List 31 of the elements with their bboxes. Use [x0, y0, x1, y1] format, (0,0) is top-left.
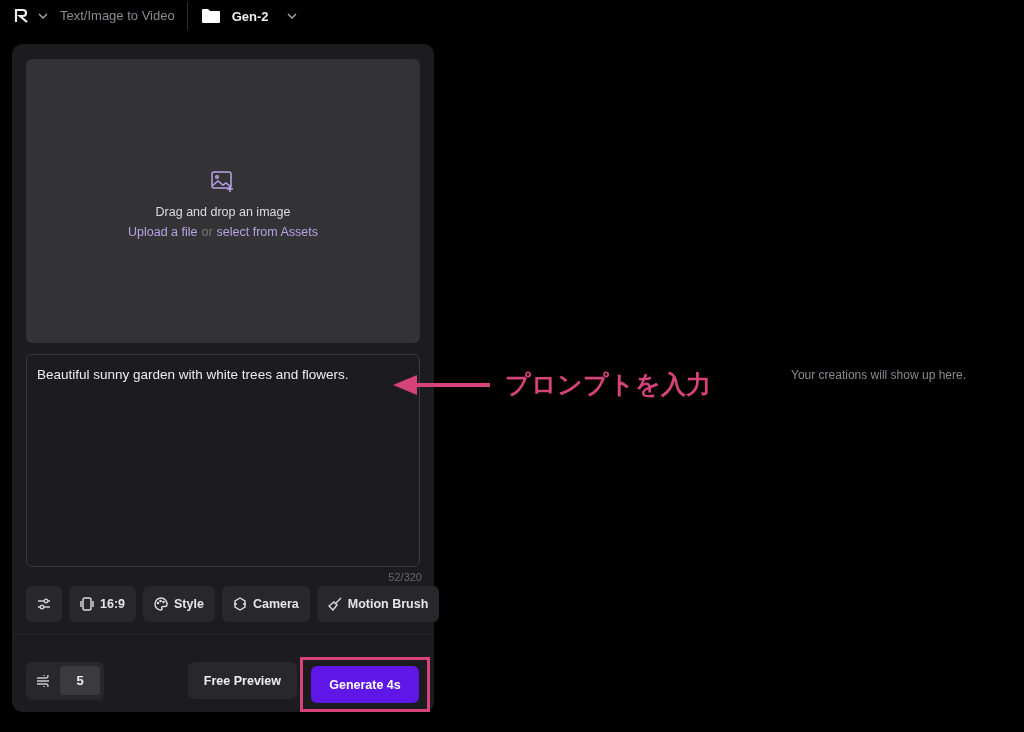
logo-icon[interactable]	[14, 8, 30, 24]
image-drop-zone[interactable]: Drag and drop an image Upload a file or select from Assets	[26, 59, 420, 343]
sliders-icon	[37, 598, 51, 610]
or-text: or	[201, 224, 213, 239]
camera-button[interactable]: Camera	[221, 586, 310, 622]
preview-button[interactable]: Free Preview	[187, 662, 297, 699]
upload-link[interactable]: Upload a file	[127, 224, 198, 239]
motion-value[interactable]: 5	[60, 666, 100, 695]
aspect-ratio-icon	[80, 597, 94, 611]
aspect-ratio-button[interactable]: 16:9	[69, 586, 137, 622]
motion-brush-button[interactable]: Motion Brush	[316, 586, 440, 622]
orbit-icon	[232, 597, 247, 611]
brush-icon	[327, 597, 342, 611]
wind-icon	[36, 674, 50, 687]
style-button[interactable]: Style	[143, 586, 215, 622]
generate-button[interactable]: Generate 4s	[311, 666, 419, 703]
mode-label: Text/Image to Video	[56, 2, 188, 30]
assets-link[interactable]: select from Assets	[216, 224, 319, 239]
chevron-down-icon[interactable]	[38, 13, 48, 19]
motion-control[interactable]: 5	[26, 661, 104, 700]
folder-name[interactable]: Gen-2	[231, 8, 269, 24]
character-counter: 52/320	[388, 571, 422, 583]
drop-instruction: Drag and drop an image	[155, 204, 291, 219]
folder-icon	[201, 9, 220, 23]
prompt-field[interactable]: Beautiful sunny garden with white trees and flowers.	[26, 353, 420, 567]
empty-state-text: Your creations will show up here.	[791, 368, 966, 384]
chevron-down-icon[interactable]	[286, 13, 297, 19]
annotation-text: プロンプトを入力	[505, 369, 711, 401]
settings-button[interactable]	[26, 586, 62, 622]
add-image-icon	[211, 170, 235, 193]
palette-icon	[154, 597, 169, 611]
